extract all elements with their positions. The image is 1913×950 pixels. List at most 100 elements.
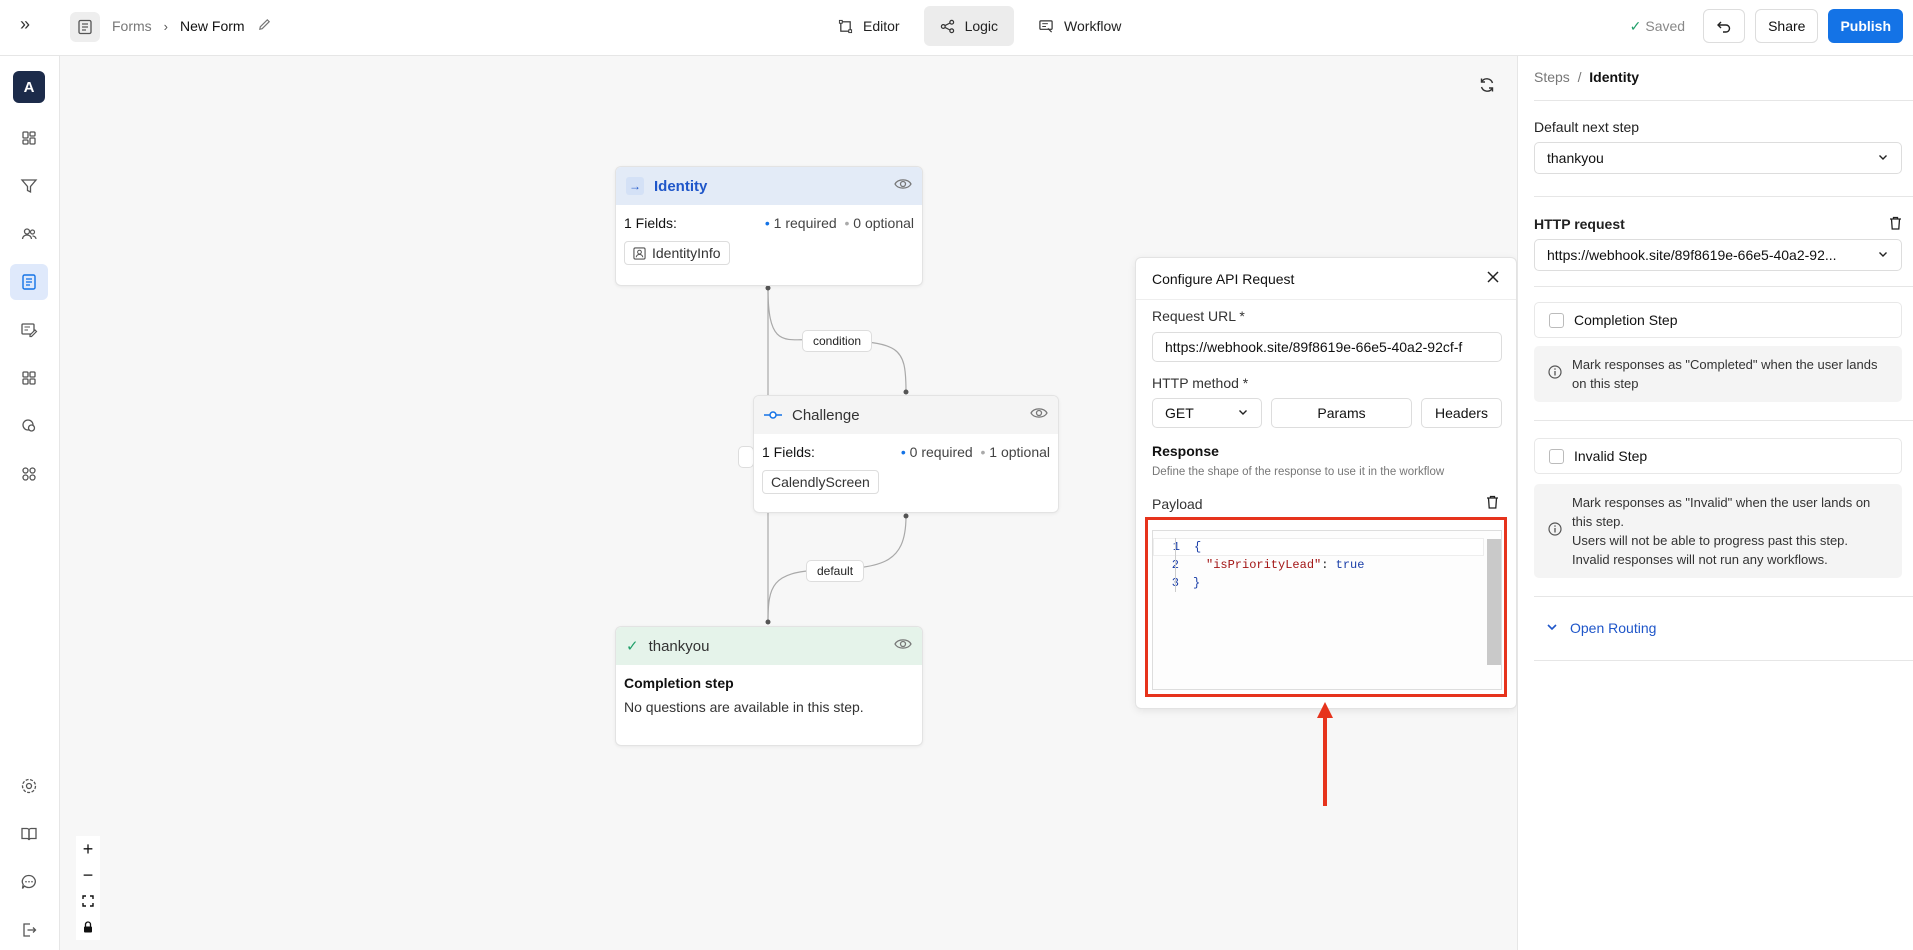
chevron-down-icon — [1877, 247, 1889, 263]
default-next-step-select[interactable]: thankyou — [1534, 142, 1902, 174]
divider — [1534, 420, 1913, 421]
blocks-icon[interactable] — [10, 360, 48, 396]
logout-icon[interactable] — [10, 912, 48, 948]
required-count: 0 required — [909, 444, 973, 460]
breadcrumb: Forms › New Form — [112, 17, 272, 35]
response-description: Define the shape of the response to use … — [1152, 466, 1445, 478]
left-sidebar: A — [0, 56, 60, 950]
settings-icon[interactable] — [10, 768, 48, 804]
default-next-step-label: Default next step — [1534, 119, 1640, 135]
node-challenge[interactable]: Challenge 1 Fields: • 0 required • 1 opt… — [753, 395, 1059, 513]
chat-icon[interactable] — [10, 864, 48, 900]
tab-logic[interactable]: Logic — [923, 6, 1015, 46]
zoom-controls: + − — [76, 836, 100, 940]
apps-icon[interactable] — [10, 456, 48, 492]
fit-view-icon[interactable] — [76, 888, 100, 914]
http-request-label: HTTP request — [1534, 216, 1625, 232]
lock-icon[interactable] — [76, 914, 100, 940]
close-icon[interactable] — [1486, 270, 1500, 287]
response-title: Response — [1152, 443, 1219, 459]
eye-icon[interactable] — [894, 177, 912, 195]
eye-icon[interactable] — [1030, 406, 1048, 424]
request-url-input[interactable]: https://webhook.site/89f8619e-66e5-40a2-… — [1152, 332, 1502, 362]
forms-icon[interactable] — [10, 264, 48, 300]
payload-label: Payload — [1152, 496, 1203, 512]
open-routing-label: Open Routing — [1570, 620, 1657, 636]
tab-editor-label: Editor — [863, 18, 900, 34]
share-button[interactable]: Share — [1755, 9, 1819, 43]
editor-icon — [838, 19, 853, 33]
avatar[interactable]: A — [13, 71, 45, 103]
node-thankyou[interactable]: ✓ thankyou Completion step No questions … — [615, 626, 923, 746]
node-thankyou-header: ✓ thankyou — [616, 627, 922, 665]
completion-heading: Completion step — [624, 675, 734, 691]
breadcrumb-forms[interactable]: Forms — [112, 18, 152, 34]
chevron-right-icon: › — [163, 18, 169, 34]
zoom-in-button[interactable]: + — [76, 836, 100, 862]
crumb-identity: Identity — [1589, 69, 1640, 85]
fields-count: 1 Fields: — [762, 444, 815, 460]
book-icon[interactable] — [10, 816, 48, 852]
publish-button[interactable]: Publish — [1828, 9, 1903, 43]
http-method-select[interactable]: GET — [1152, 398, 1262, 428]
tab-workflow-label: Workflow — [1064, 18, 1122, 34]
chevron-down-icon — [1546, 620, 1558, 636]
expand-sidebar-icon[interactable]: » — [20, 14, 40, 36]
field-chip[interactable]: CalendlyScreen — [762, 470, 879, 494]
panel-breadcrumb: Steps / Identity — [1534, 69, 1639, 85]
step-properties-panel: Steps / Identity Default next step thank… — [1517, 56, 1913, 950]
id-card-icon — [633, 246, 646, 260]
required-count: 1 required — [773, 215, 837, 231]
invalid-info-line2: Users will not be able to progress past … — [1572, 533, 1849, 548]
open-routing-link[interactable]: Open Routing — [1546, 620, 1656, 636]
field-chip-label: IdentityInfo — [652, 245, 721, 261]
users-icon[interactable] — [10, 216, 48, 252]
edge-partial-label[interactable] — [738, 446, 754, 468]
chevron-down-icon — [1237, 405, 1249, 421]
node-identity-title: Identity — [654, 177, 708, 195]
undo-icon — [1717, 21, 1731, 33]
http-request-select[interactable]: https://webhook.site/89f8619e-66e5-40a2-… — [1534, 239, 1902, 271]
dashboard-icon[interactable] — [10, 120, 48, 156]
edit-pencil-icon[interactable] — [257, 17, 272, 35]
headers-button[interactable]: Headers — [1421, 398, 1502, 428]
node-challenge-header: Challenge — [754, 396, 1058, 434]
form-edit-icon[interactable] — [10, 312, 48, 348]
edge-condition-label[interactable]: condition — [802, 330, 873, 352]
node-thankyou-title: thankyou — [648, 637, 710, 655]
node-identity[interactable]: → Identity 1 Fields: • 1 required • 0 op… — [615, 166, 923, 286]
integrations-icon[interactable] — [10, 408, 48, 444]
completion-step-toggle[interactable]: Completion Step — [1534, 302, 1902, 338]
edge-default-label[interactable]: default — [806, 560, 865, 582]
tab-workflow[interactable]: Workflow — [1022, 6, 1137, 46]
trash-icon[interactable] — [1486, 495, 1499, 512]
field-chip[interactable]: IdentityInfo — [624, 241, 730, 265]
filter-icon[interactable] — [10, 168, 48, 204]
http-request-value: https://webhook.site/89f8619e-66e5-40a2-… — [1547, 247, 1837, 263]
saved-label: Saved — [1645, 18, 1686, 34]
divider — [1534, 100, 1913, 101]
highlight-box — [1145, 517, 1507, 697]
tab-editor[interactable]: Editor — [822, 6, 916, 46]
completion-info-text: Mark responses as "Completed" when the u… — [1572, 357, 1878, 391]
tab-logic-label: Logic — [964, 18, 999, 34]
arrow-right-icon: → — [626, 177, 644, 195]
completion-step-label: Completion Step — [1574, 312, 1678, 328]
mode-tabs: Editor Logic Workflow — [822, 6, 1137, 46]
invalid-step-toggle[interactable]: Invalid Step — [1534, 438, 1902, 474]
params-button[interactable]: Params — [1271, 398, 1412, 428]
undo-button[interactable] — [1703, 9, 1746, 43]
divider — [1534, 596, 1913, 597]
request-url-label: Request URL * — [1152, 308, 1245, 324]
trash-icon[interactable] — [1889, 216, 1902, 233]
crumb-steps[interactable]: Steps — [1534, 69, 1570, 85]
invalid-info: Mark responses as "Invalid" when the use… — [1534, 484, 1902, 578]
completion-step-checkbox[interactable] — [1549, 312, 1564, 328]
chevron-down-icon — [1877, 150, 1889, 166]
info-icon — [1548, 364, 1562, 384]
optional-count: 0 optional — [853, 215, 914, 231]
eye-icon[interactable] — [894, 637, 912, 655]
zoom-out-button[interactable]: − — [76, 862, 100, 888]
invalid-step-checkbox[interactable] — [1549, 448, 1564, 464]
divider — [1534, 660, 1913, 661]
